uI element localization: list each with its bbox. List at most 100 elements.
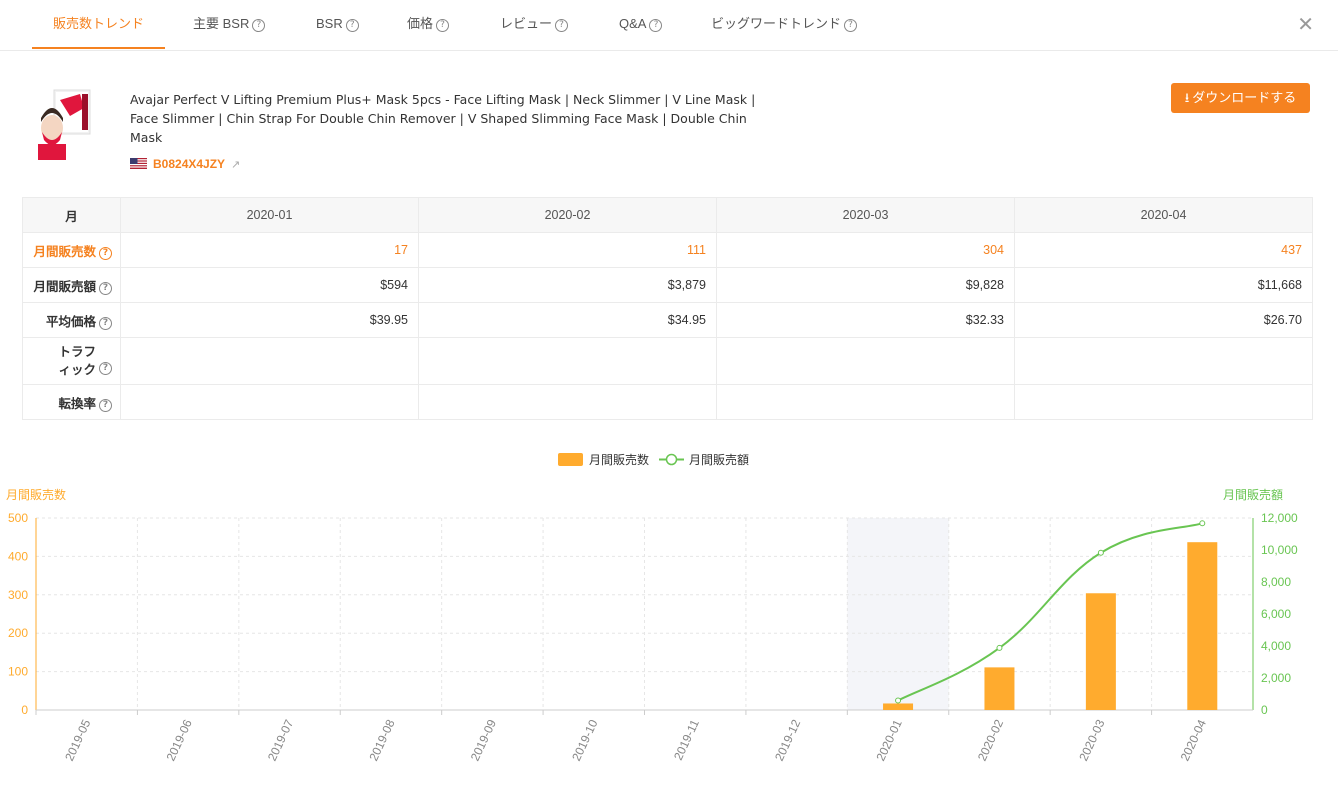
line-point <box>996 644 1003 651</box>
y-tick-left: 200 <box>8 626 28 640</box>
table-cell: 304 <box>716 232 1015 268</box>
product-image <box>38 89 91 160</box>
help-icon[interactable]: ? <box>844 19 858 32</box>
help-icon[interactable]: ? <box>99 281 112 295</box>
legend-label-sales-count: 月間販売数 <box>589 452 649 467</box>
y-tick-left: 500 <box>8 511 28 525</box>
table-cell <box>418 337 717 385</box>
help-icon[interactable]: ? <box>649 19 663 32</box>
row-label-text: 月間販売数 <box>33 244 96 259</box>
table-cell: $3,879 <box>418 267 717 303</box>
row-label: 平均価格? <box>22 302 121 338</box>
help-icon[interactable]: ? <box>345 19 359 32</box>
table-cell: $594 <box>120 267 419 303</box>
download-button-label: ダウンロードする <box>1192 90 1297 105</box>
table-row: 平均価格? $39.95 $34.95 $32.33 $26.70 <box>22 302 1313 338</box>
table-cell: $9,828 <box>716 267 1015 303</box>
y-tick-left: 300 <box>8 588 28 602</box>
table-header-month: 月 <box>22 197 121 233</box>
table-cell: 111 <box>418 232 717 268</box>
y-tick-right: 10,000 <box>1261 543 1298 557</box>
legend-line-marker <box>665 453 678 466</box>
asin-link[interactable]: B0824X4JZY <box>153 157 225 171</box>
tab-main-bsr-label: 主要 BSR <box>193 16 250 31</box>
y-tick-left: 100 <box>8 665 28 679</box>
row-label: 月間販売額? <box>22 267 121 303</box>
table-row: 転換率? <box>22 384 1313 420</box>
tab-bsr[interactable]: BSR? <box>316 0 359 50</box>
product-title: Avajar Perfect V Lifting Premium Plus+ M… <box>130 92 756 145</box>
y-axis-left-title: 月間販売数 <box>6 487 66 502</box>
help-icon[interactable]: ? <box>252 19 266 32</box>
tab-review[interactable]: レビュー? <box>500 0 569 50</box>
legend-label-sales-amount: 月間販売額 <box>689 452 749 467</box>
sales-chart[interactable]: 0 100 200 300 400 500 0 2,000 4,000 6,000 8,000 10,… <box>0 440 1338 785</box>
y-tick-right: 6,000 <box>1261 607 1291 621</box>
x-tick-label: 2019-07 <box>265 717 296 763</box>
x-tick-label: 2020-04 <box>1178 717 1209 763</box>
table-cell <box>1014 384 1313 420</box>
row-label-text: トラフィック <box>58 345 96 377</box>
line-point <box>1199 520 1206 527</box>
table-cell <box>716 337 1015 385</box>
table-cell <box>120 384 419 420</box>
row-label-text: 平均価格 <box>45 314 96 329</box>
tab-bsr-label: BSR <box>316 16 343 31</box>
table-header-cell: 2020-04 <box>1014 197 1313 233</box>
row-label-text: 転換率 <box>58 396 96 411</box>
download-button[interactable]: ⭳ ダウンロードする <box>1171 83 1310 113</box>
help-icon[interactable]: ? <box>99 362 112 376</box>
help-icon[interactable]: ? <box>555 19 569 32</box>
tab-sales-trend[interactable]: 販売数トレンド <box>32 0 165 49</box>
help-icon[interactable]: ? <box>436 19 450 32</box>
bar-2020-01 <box>883 703 914 710</box>
table-cell: 437 <box>1014 232 1313 268</box>
tab-qa-label: Q&A <box>619 16 647 31</box>
table-cell: $32.33 <box>716 302 1015 338</box>
download-icon: ⭳ <box>1184 90 1190 105</box>
y-tick-right: 2,000 <box>1261 671 1291 685</box>
x-tick-label: 2019-09 <box>468 717 499 763</box>
bar-2020-02 <box>984 667 1015 710</box>
tab-qa[interactable]: Q&A? <box>619 0 663 50</box>
table-header-cell: 2020-01 <box>120 197 419 233</box>
tab-big-word-trend[interactable]: ビッグワードトレンド? <box>711 0 858 50</box>
table-row: トラフィック? <box>22 337 1313 385</box>
row-label: トラフィック? <box>22 337 121 385</box>
table-cell: $34.95 <box>418 302 717 338</box>
x-tick-label: 2019-10 <box>569 717 600 763</box>
y-tick-left: 0 <box>21 703 28 717</box>
tab-review-label: レビュー <box>500 16 553 31</box>
x-tick-label: 2019-06 <box>164 717 195 763</box>
tab-sales-trend-label: 販売数トレンド <box>52 16 144 31</box>
table-cell <box>418 384 717 420</box>
close-icon[interactable]: ✕ <box>1297 12 1314 36</box>
tab-main-bsr[interactable]: 主要 BSR? <box>193 0 266 50</box>
tab-big-word-trend-label: ビッグワードトレンド <box>711 16 842 31</box>
table-header-cell: 2020-02 <box>418 197 717 233</box>
x-tick-label: 2019-11 <box>671 717 702 762</box>
table-cell <box>716 384 1015 420</box>
help-icon[interactable]: ? <box>99 316 112 330</box>
x-tick-label: 2020-02 <box>975 717 1006 763</box>
table-row: 月間販売数? 17 111 304 437 <box>22 232 1313 268</box>
line-point <box>1097 549 1104 556</box>
x-tick-label: 2019-05 <box>62 717 93 763</box>
table-header-cell: 2020-03 <box>716 197 1015 233</box>
row-label: 月間販売数? <box>22 232 121 268</box>
external-link-icon[interactable]: ↗ <box>231 156 240 174</box>
x-tick-label: 2020-03 <box>1076 717 1107 763</box>
table-cell: $39.95 <box>120 302 419 338</box>
help-icon[interactable]: ? <box>99 246 112 260</box>
tab-price[interactable]: 価格? <box>407 0 450 50</box>
bar-2020-03 <box>1085 593 1116 710</box>
x-tick-label: 2020-01 <box>873 717 904 763</box>
table-cell: $26.70 <box>1014 302 1313 338</box>
us-flag-icon <box>130 158 147 169</box>
line-point <box>895 697 902 704</box>
legend-bar-swatch <box>558 453 583 466</box>
y-tick-right: 0 <box>1261 703 1268 717</box>
help-icon[interactable]: ? <box>99 398 112 412</box>
table-cell: 17 <box>120 232 419 268</box>
y-tick-right: 8,000 <box>1261 575 1291 589</box>
